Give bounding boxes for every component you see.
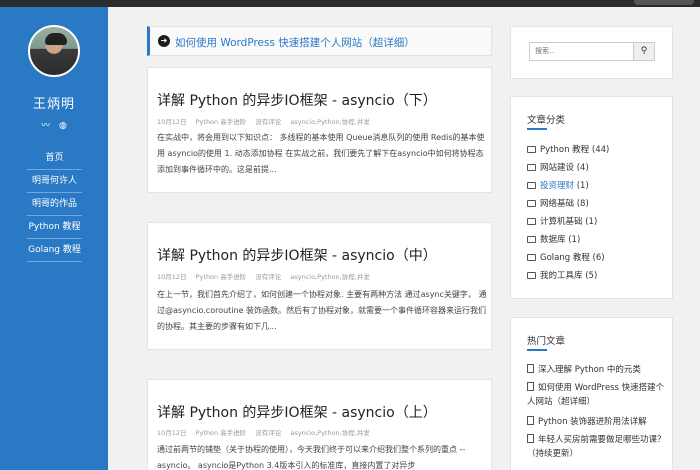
post-title[interactable]: 详解 Python 的异步IO框架 - asyncio（中） bbox=[157, 245, 437, 265]
nav-item-golang[interactable]: Golang 教程 bbox=[27, 239, 82, 262]
post-card: 详解 Python 的异步IO框架 - asyncio（中） 10月12日 Py… bbox=[147, 222, 492, 350]
nav-item-works[interactable]: 明哥的作品 bbox=[27, 193, 82, 216]
categories-title: 文章分类 bbox=[527, 115, 566, 126]
folder-icon bbox=[527, 236, 536, 243]
title-underline bbox=[527, 128, 547, 130]
folder-icon bbox=[527, 272, 536, 279]
github-icon[interactable]: ◍ bbox=[59, 121, 67, 131]
featured-banner[interactable]: ➜ 如何使用 WordPress 快速搭建个人网站（超详细） bbox=[147, 26, 492, 56]
document-icon bbox=[527, 364, 534, 373]
hot-posts-widget: 热门文章 深入理解 Python 中的元类 如何使用 WordPress 快速搭… bbox=[510, 317, 673, 470]
browser-top-bar bbox=[0, 0, 700, 7]
nav-item-python[interactable]: Python 教程 bbox=[27, 216, 82, 239]
folder-icon bbox=[527, 254, 536, 261]
category-item[interactable]: 投资理财 (1) bbox=[527, 179, 589, 191]
category-item[interactable]: 我的工具库 (5) bbox=[527, 269, 597, 281]
author-name[interactable]: 王炳明 bbox=[0, 93, 108, 112]
search-widget: ⚲ bbox=[510, 26, 673, 79]
folder-icon bbox=[527, 182, 536, 189]
arrow-circle-icon: ➜ bbox=[158, 35, 170, 47]
post-meta: 10月12日 Python 高手进阶 没有评论 asyncio,Python,协… bbox=[157, 427, 377, 437]
avatar[interactable] bbox=[28, 25, 80, 77]
main-nav: 首页 明哥何许人 明哥的作品 Python 教程 Golang 教程 bbox=[27, 147, 82, 262]
post-category[interactable]: Python 高手进阶 bbox=[196, 273, 247, 281]
avatar-hair bbox=[45, 33, 67, 45]
folder-icon bbox=[527, 146, 536, 153]
nav-item-home[interactable]: 首页 bbox=[27, 147, 82, 170]
category-item[interactable]: Golang 教程 (6) bbox=[527, 251, 605, 263]
post-excerpt: 在上一节，我们首先介绍了，如何创建一个协程对象. 主要有两种方法 通过async… bbox=[157, 290, 487, 331]
post-excerpt: 通过前两节的铺垫（关于协程的使用），今天我们终于可以来介绍我们整个系列的重点 -… bbox=[157, 445, 466, 470]
rss-icon[interactable]: 〰 bbox=[41, 121, 50, 131]
hot-posts-title: 热门文章 bbox=[527, 336, 566, 347]
search-icon: ⚲ bbox=[640, 46, 648, 56]
category-item[interactable]: 网站建设 (4) bbox=[527, 161, 589, 173]
search-button[interactable]: ⚲ bbox=[633, 42, 655, 61]
hot-post-item[interactable]: Python 装饰器进阶用法详解 bbox=[527, 415, 667, 429]
document-icon bbox=[527, 382, 534, 391]
post-tags[interactable]: asyncio,Python,协程,并发 bbox=[290, 273, 369, 281]
featured-banner-link[interactable]: 如何使用 WordPress 快速搭建个人网站（超详细） bbox=[175, 35, 415, 50]
post-title[interactable]: 详解 Python 的异步IO框架 - asyncio（下） bbox=[157, 90, 437, 110]
post-tags[interactable]: asyncio,Python,协程,并发 bbox=[290, 118, 369, 126]
category-item[interactable]: 网络基础 (8) bbox=[527, 197, 589, 209]
left-sidebar: 王炳明 〰 ◍ 首页 明哥何许人 明哥的作品 Python 教程 Golang … bbox=[0, 7, 108, 470]
folder-icon bbox=[527, 218, 536, 225]
post-excerpt: 在实战中，将会用到以下知识点： 多线程的基本使用 Queue消息队列的使用 Re… bbox=[157, 133, 485, 174]
category-item[interactable]: 数据库 (1) bbox=[527, 233, 580, 245]
post-card: 详解 Python 的异步IO框架 - asyncio（下） 10月12日 Py… bbox=[147, 67, 492, 193]
search-input[interactable] bbox=[529, 42, 634, 61]
post-comments[interactable]: 没有评论 bbox=[255, 273, 281, 281]
post-date: 10月12日 bbox=[157, 429, 187, 437]
post-date: 10月12日 bbox=[157, 118, 187, 126]
nav-item-about[interactable]: 明哥何许人 bbox=[27, 170, 82, 193]
post-meta: 10月12日 Python 高手进阶 没有评论 asyncio,Python,协… bbox=[157, 116, 377, 126]
post-comments[interactable]: 没有评论 bbox=[255, 429, 281, 437]
post-title[interactable]: 详解 Python 的异步IO框架 - asyncio（上） bbox=[157, 402, 437, 422]
post-meta: 10月12日 Python 高手进阶 没有评论 asyncio,Python,协… bbox=[157, 271, 377, 281]
category-item[interactable]: 计算机基础 (1) bbox=[527, 215, 597, 227]
hot-post-item[interactable]: 年轻人买房前需要做足哪些功课？（持续更新） bbox=[527, 433, 667, 461]
category-item[interactable]: Python 教程 (44) bbox=[527, 143, 609, 155]
hot-post-item[interactable]: 深入理解 Python 中的元类 bbox=[527, 363, 667, 377]
post-tags[interactable]: asyncio,Python,协程,并发 bbox=[290, 429, 369, 437]
title-underline bbox=[527, 349, 547, 351]
social-links: 〰 ◍ bbox=[0, 118, 108, 131]
post-comments[interactable]: 没有评论 bbox=[255, 118, 281, 126]
browser-control bbox=[634, 0, 694, 5]
document-icon bbox=[527, 434, 534, 443]
hot-post-item[interactable]: 如何使用 WordPress 快速搭建个人网站（超详细） bbox=[527, 381, 667, 409]
post-category[interactable]: Python 高手进阶 bbox=[196, 429, 247, 437]
document-icon bbox=[527, 416, 534, 425]
post-date: 10月12日 bbox=[157, 273, 187, 281]
categories-widget: 文章分类 Python 教程 (44) 网站建设 (4) 投资理财 (1) 网络… bbox=[510, 96, 673, 299]
folder-icon bbox=[527, 164, 536, 171]
post-category[interactable]: Python 高手进阶 bbox=[196, 118, 247, 126]
folder-icon bbox=[527, 200, 536, 207]
post-card: 详解 Python 的异步IO框架 - asyncio（上） 10月12日 Py… bbox=[147, 379, 492, 470]
